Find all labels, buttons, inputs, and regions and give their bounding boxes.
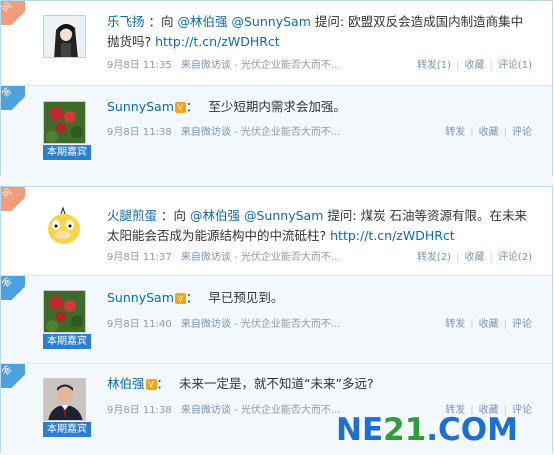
source-link[interactable]: 来自微访谈 xyxy=(181,319,231,330)
favorite-button[interactable]: 收藏 xyxy=(464,252,484,263)
timestamp: 9月8日 11:38 xyxy=(107,127,172,138)
man-portrait-avatar-icon xyxy=(44,379,85,420)
forward-button[interactable]: 转发(1) xyxy=(417,60,451,71)
comment-button[interactable]: 评论 xyxy=(512,319,532,330)
guest-badge: 本期嘉宾 xyxy=(43,145,91,160)
favorite-button[interactable]: 收藏 xyxy=(479,319,499,330)
verified-icon: V xyxy=(145,379,157,390)
forward-button[interactable]: 转发 xyxy=(445,127,465,138)
answer-text: 林伯强 V： 未来一定是，就不知道“未来”多远? xyxy=(107,376,374,391)
source-link[interactable]: 来自微访谈 xyxy=(181,127,231,138)
anime-girl-avatar-icon xyxy=(44,16,85,57)
topic-link[interactable]: - 光伏企业能否大而不... xyxy=(234,60,340,71)
answer-meta: 9月8日 11:40 来自微访谈 - 光伏企业能否大而不... 转发 | 收藏 | 评论 xyxy=(107,319,532,330)
comment-button[interactable]: 评论 xyxy=(512,127,532,138)
avatar[interactable] xyxy=(43,101,86,144)
author-name[interactable]: SunnySam xyxy=(107,290,174,305)
author-name[interactable]: 乐飞扬 xyxy=(107,14,145,29)
mention-link[interactable]: @林伯强 xyxy=(190,208,240,223)
author-name[interactable]: SunnySam xyxy=(107,99,174,114)
favorite-button[interactable]: 收藏 xyxy=(479,127,499,138)
flower-avatar-icon xyxy=(44,102,85,143)
author-name[interactable]: 火腿煎蛋 xyxy=(107,208,157,223)
timestamp: 9月8日 11:37 xyxy=(107,252,172,263)
topic-link[interactable]: - 光伏企业能否大而不... xyxy=(234,405,340,416)
thread-1: 问 乐飞扬 ：向 @林伯强 @SunnySam 提问: 欧盟双反会造成国内制造商… xyxy=(0,0,553,176)
answer-row: 答 本期嘉宾 SunnySam V： 至少短期内需求会加强。 9月8日 11:38… xyxy=(1,85,552,176)
question-text: 乐飞扬 ：向 @林伯强 @SunnySam 提问: 欧盟双反会造成国内制造商集中… xyxy=(107,14,524,49)
topic-link[interactable]: - 光伏企业能否大而不... xyxy=(234,127,340,138)
answer-body: 未来一定是，就不知道“未来”多远? xyxy=(179,376,374,391)
answer-text: SunnySam V： 至少短期内需求会加强。 xyxy=(107,99,346,114)
source-link[interactable]: 来自微访谈 xyxy=(181,60,231,71)
comment-button[interactable]: 评论(2) xyxy=(498,252,532,263)
flower-avatar-icon xyxy=(44,291,85,332)
forward-button[interactable]: 转发(2) xyxy=(417,252,451,263)
source-link[interactable]: 来自微访谈 xyxy=(181,252,231,263)
answer-text: SunnySam V： 早已预见到。 xyxy=(107,290,284,305)
avatar[interactable] xyxy=(43,205,86,248)
short-link[interactable]: http://t.cn/zWDHRct xyxy=(330,228,455,243)
mention-link[interactable]: @SunnySam xyxy=(232,14,311,29)
avatar[interactable] xyxy=(43,290,86,333)
question-ribbon: 问 xyxy=(1,187,25,211)
answer-body: 早已预见到。 xyxy=(208,290,284,305)
yellow-duck-avatar-icon xyxy=(48,206,80,244)
guest-badge: 本期嘉宾 xyxy=(43,422,91,437)
short-link[interactable]: http://t.cn/zWDHRct xyxy=(155,34,280,49)
avatar[interactable] xyxy=(43,15,86,58)
answer-meta: 9月8日 11:38 来自微访谈 - 光伏企业能否大而不... 转发 | 收藏 | 评论 xyxy=(107,127,532,138)
timestamp: 9月8日 11:40 xyxy=(107,319,172,330)
verified-icon: V xyxy=(174,102,186,113)
verified-icon: V xyxy=(174,293,186,304)
mention-link[interactable]: @SunnySam xyxy=(244,208,323,223)
guest-badge: 本期嘉宾 xyxy=(43,334,91,349)
answer-row: 答 本期嘉宾 SunnySam V： 早已预见到。 9月8日 11:40 来自微访… xyxy=(1,275,552,364)
question-meta: 9月8日 11:35 来自微访谈 - 光伏企业能否大而不... 转发(1) | 收藏… xyxy=(107,60,532,71)
answer-ribbon: 答 xyxy=(1,364,25,388)
comment-button[interactable]: 评论(1) xyxy=(498,60,532,71)
author-name[interactable]: 林伯强 xyxy=(107,376,145,391)
timestamp: 9月8日 11:38 xyxy=(107,405,172,416)
source-link[interactable]: 来自微访谈 xyxy=(181,405,231,416)
avatar[interactable] xyxy=(43,378,86,421)
question-ribbon: 问 xyxy=(1,1,25,25)
thread-separator xyxy=(0,176,553,186)
topic-link[interactable]: - 光伏企业能否大而不... xyxy=(234,252,340,263)
favorite-button[interactable]: 收藏 xyxy=(464,60,484,71)
answer-body: 至少短期内需求会加强。 xyxy=(208,99,346,114)
timestamp: 9月8日 11:35 xyxy=(107,60,172,71)
answer-ribbon: 答 xyxy=(1,276,25,300)
ne21-watermark-logo: NE21.COM xyxy=(336,412,518,448)
question-row: 问 火腿煎蛋 ：向 @林伯强 @SunnySam 提问: 煤炭 石油等资源有限。… xyxy=(1,187,552,275)
question-text: 火腿煎蛋 ：向 @林伯强 @SunnySam 提问: 煤炭 石油等资源有限。在未… xyxy=(107,208,528,243)
forward-button[interactable]: 转发 xyxy=(445,319,465,330)
question-row: 问 乐飞扬 ：向 @林伯强 @SunnySam 提问: 欧盟双反会造成国内制造商… xyxy=(1,1,552,85)
topic-link[interactable]: - 光伏企业能否大而不... xyxy=(234,319,340,330)
answer-ribbon: 答 xyxy=(1,86,25,110)
question-meta: 9月8日 11:37 来自微访谈 - 光伏企业能否大而不... 转发(2) | 收藏… xyxy=(107,252,532,263)
mention-link[interactable]: @林伯强 xyxy=(178,14,228,29)
